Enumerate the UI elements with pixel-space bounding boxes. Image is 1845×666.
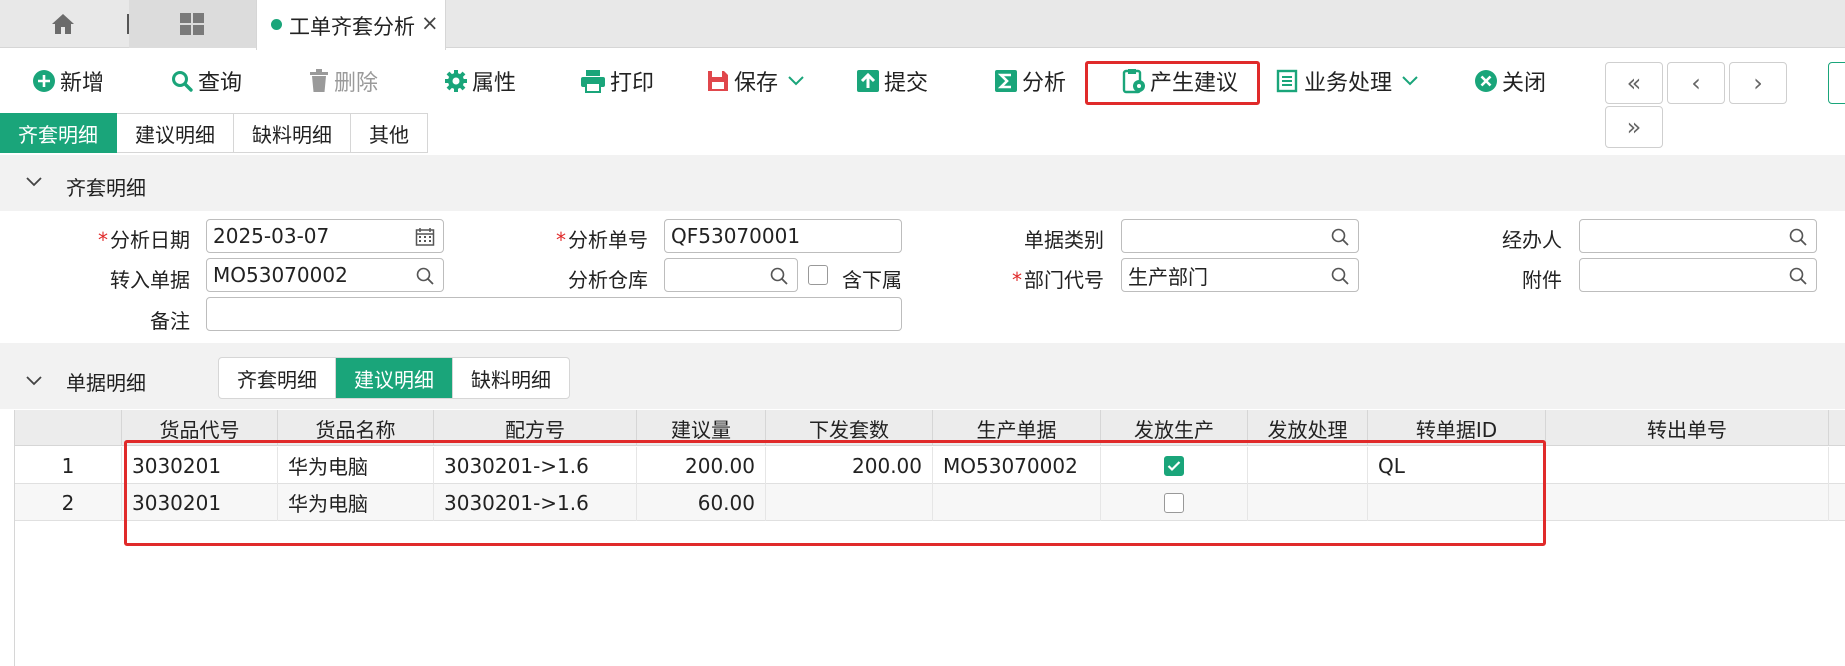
close-circle-icon [1475,70,1497,92]
prev-record-button[interactable]: ‹ [1667,62,1725,104]
printer-icon [581,70,605,93]
tab-label: 工单齐套分析 [289,15,415,39]
column-header[interactable]: 转出单号 [1546,410,1829,446]
plus-circle-icon [33,70,55,92]
close-button[interactable]: 关闭 [1474,64,1546,98]
tab-suggestion-details[interactable]: 建议明细 [117,113,234,153]
tab-work-order-analysis[interactable]: 工单齐套分析 × [256,0,446,50]
chevron-down-icon[interactable] [26,172,42,191]
doc-type-field[interactable] [1121,219,1359,253]
section-header [0,155,1845,211]
grid-icon [180,13,204,35]
search-icon[interactable] [769,266,789,286]
include-sub-label: 含下属 [842,268,902,292]
close-label: 关闭 [1502,71,1547,96]
warehouse-label: 分析仓库 [568,268,648,292]
source-doc-field[interactable]: MO53070002 [206,258,444,292]
close-tab-icon[interactable]: × [421,11,439,35]
row-index: 2 [15,484,122,521]
handler-label: 经办人 [1502,228,1562,252]
more-button[interactable] [1828,62,1845,104]
business-label: 业务处理 [1304,71,1393,96]
cell-out-no[interactable] [1546,447,1829,484]
analyze-label: 分析 [1022,71,1067,96]
properties-label: 属性 [472,71,517,96]
remark-field[interactable] [206,297,902,331]
cell-out-no[interactable] [1546,484,1829,521]
last-record-button[interactable]: » [1605,106,1663,148]
chevron-down-icon[interactable] [788,76,804,86]
highlight-box [124,440,1546,546]
section-title: 齐套明细 [66,176,146,200]
search-icon[interactable] [1330,266,1350,286]
tab-shortage-details[interactable]: 缺料明细 [234,113,351,153]
properties-button[interactable]: 属性 [444,64,516,98]
analyze-button[interactable]: 分析 [994,64,1066,98]
new-label: 新增 [60,71,105,96]
save-label: 保存 [734,71,779,96]
active-dot-icon [271,19,282,30]
business-button[interactable]: 业务处理 [1276,64,1422,98]
save-icon [708,71,728,91]
search-icon[interactable] [1330,227,1350,247]
search-icon [172,71,193,92]
next-record-button[interactable]: › [1729,62,1787,104]
trash-icon [310,69,328,92]
submit-label: 提交 [884,71,929,96]
toolbar: 新增 查询 删除 属性 打印 保存 提交 分析 产生建议 业务处理 关闭 [0,50,1845,112]
tab-other[interactable]: 其他 [351,113,428,153]
delete-button[interactable]: 删除 [308,64,378,98]
home-tab[interactable] [0,0,129,48]
save-button[interactable]: 保存 [706,64,808,98]
document-list-icon [1276,69,1298,93]
search-icon[interactable] [415,266,435,286]
dept-code-label: * 部门代号 [1012,268,1104,292]
doc-type-label: 单据类别 [1024,228,1104,252]
grid-tab[interactable] [129,0,256,48]
highlight-box [1085,61,1260,105]
page-tabs: 齐套明细 建议明细 缺料明细 其他 [0,113,428,153]
chevron-down-icon[interactable] [26,371,42,390]
detail-tab-suggestion[interactable]: 建议明细 [336,358,453,398]
new-button[interactable]: 新增 [32,64,104,98]
analysis-no-label: * 分析单号 [556,228,648,252]
attachment-label: 附件 [1522,268,1562,292]
query-label: 查询 [198,71,243,96]
analysis-date-label: * 分析日期 [98,228,190,252]
analysis-no-field[interactable]: QF53070001 [664,219,902,253]
print-button[interactable]: 打印 [580,64,654,98]
first-record-button[interactable]: « [1605,62,1663,104]
remark-label: 备注 [150,309,190,333]
handler-field[interactable] [1579,219,1817,253]
gear-icon [445,70,467,92]
tab-kit-details[interactable]: 齐套明细 [0,113,117,153]
analysis-date-field[interactable]: 2025-03-07 [206,219,444,253]
detail-tab-kit[interactable]: 齐套明细 [219,358,336,398]
sigma-icon [995,70,1017,92]
search-icon[interactable] [1788,227,1808,247]
source-doc-label: 转入单据 [110,268,190,292]
attachment-field[interactable] [1579,258,1817,292]
home-icon [52,14,74,34]
submit-button[interactable]: 提交 [856,64,928,98]
detail-tabs: 齐套明细 建议明细 缺料明细 [218,357,570,399]
include-sub-checkbox[interactable] [808,265,828,285]
dept-code-field[interactable]: 生产部门 [1121,258,1359,292]
section-title: 单据明细 [66,371,146,395]
chevron-down-icon[interactable] [1402,76,1418,86]
print-label: 打印 [610,71,655,96]
warehouse-field[interactable] [664,258,798,292]
tab-bar: 工单齐套分析 × [0,0,1845,50]
row-index: 1 [15,447,122,484]
detail-tab-shortage[interactable]: 缺料明细 [453,358,569,398]
query-button[interactable]: 查询 [170,64,242,98]
upload-icon [857,70,879,92]
index-column-header [15,410,122,446]
search-icon[interactable] [1788,266,1808,286]
delete-label: 删除 [334,71,379,96]
calendar-icon[interactable] [415,227,435,247]
